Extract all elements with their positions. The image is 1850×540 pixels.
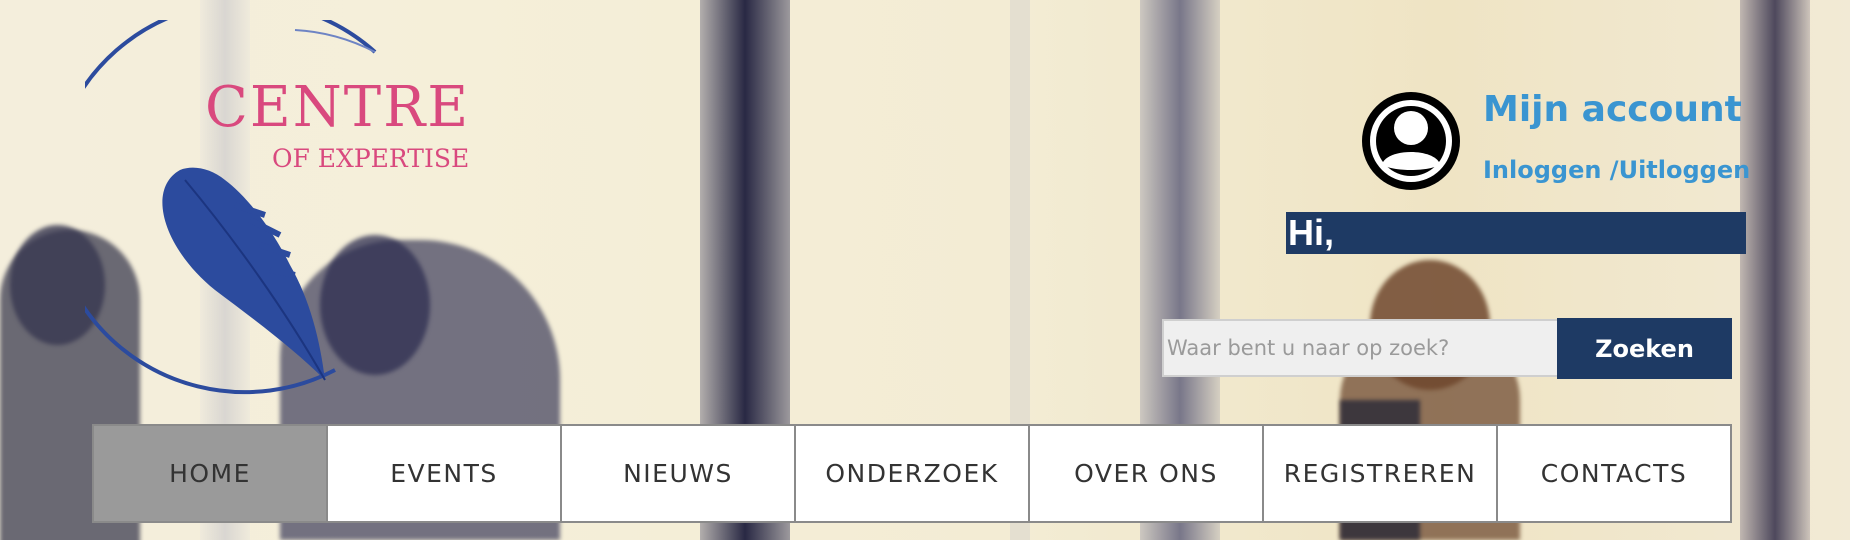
user-circle-icon[interactable]: [1360, 90, 1462, 192]
user-greeting: Hi,: [1286, 212, 1746, 254]
logo-subtitle: OF EXPERTISE: [272, 144, 470, 173]
search-input[interactable]: [1162, 319, 1557, 377]
nav-item-nieuws[interactable]: NIEUWS: [562, 426, 796, 521]
nav-item-onderzoek[interactable]: ONDERZOEK: [796, 426, 1030, 521]
my-account-link[interactable]: Mijn account: [1483, 90, 1742, 130]
nav-item-contacts[interactable]: CONTACTS: [1498, 426, 1730, 521]
window-frame: [1740, 0, 1810, 540]
nav-item-home[interactable]: HOME: [94, 426, 328, 521]
nav-item-over-ons[interactable]: OVER ONS: [1030, 426, 1264, 521]
nav-item-registreren[interactable]: REGISTREREN: [1264, 426, 1498, 521]
login-logout-link[interactable]: Inloggen /Uitloggen: [1483, 156, 1750, 184]
nav-item-events[interactable]: EVENTS: [328, 426, 562, 521]
main-navigation: HOME EVENTS NIEUWS ONDERZOEK OVER ONS RE…: [92, 424, 1732, 523]
search-button[interactable]: Zoeken: [1557, 318, 1732, 379]
logo-title: CENTRE: [205, 75, 471, 140]
